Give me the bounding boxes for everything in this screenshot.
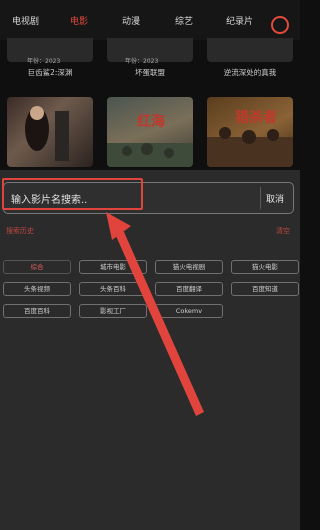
annotation-arrow <box>106 212 204 416</box>
arrow-shaft <box>113 222 204 416</box>
